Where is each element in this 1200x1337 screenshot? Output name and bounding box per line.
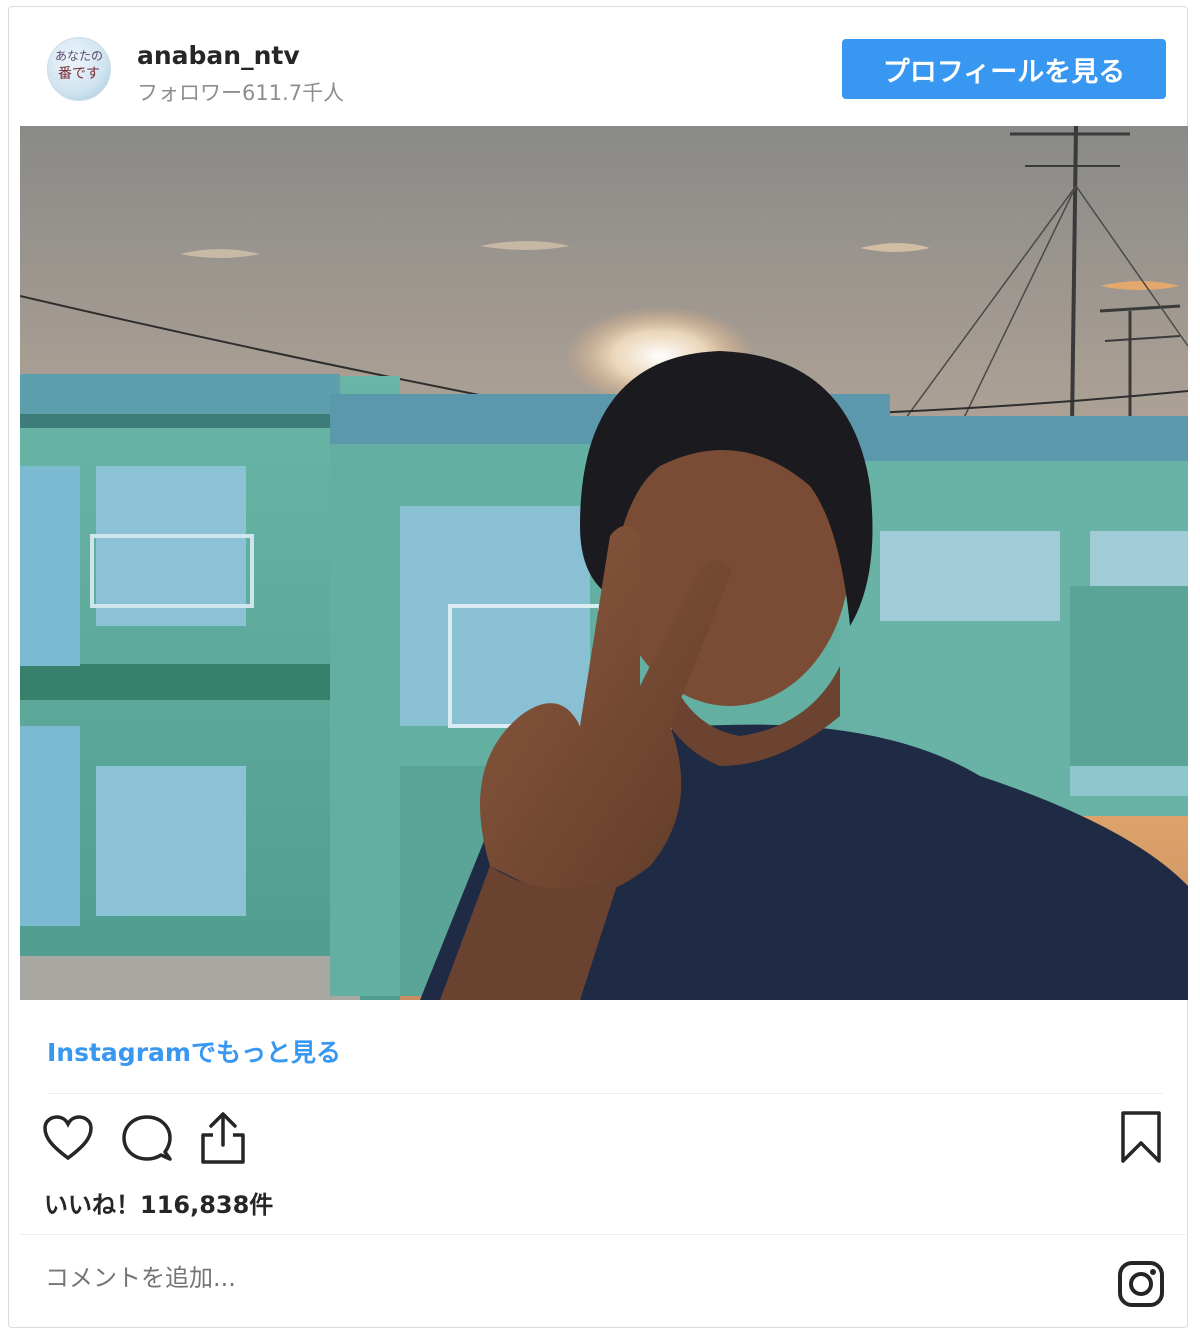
view-more-on-instagram-link[interactable]: Instagramでもっと見る — [47, 1033, 341, 1069]
heart-icon[interactable] — [42, 1114, 94, 1166]
instagram-logo-icon[interactable] — [1117, 1260, 1165, 1312]
view-profile-button[interactable]: プロフィールを見る — [842, 39, 1166, 99]
comment-bubble-icon[interactable] — [121, 1114, 173, 1168]
avatar-text-line2: 番です — [58, 66, 100, 82]
instagram-embed-card: あなたの 番です anaban_ntv フォロワー611.7千人 プロフィールを… — [8, 6, 1188, 1328]
comment-input[interactable] — [43, 1263, 847, 1293]
avatar-text-line1: あなたの — [54, 49, 103, 63]
divider — [20, 1234, 1188, 1235]
like-count: いいね！116,838件 — [44, 1191, 274, 1219]
bookmark-icon[interactable] — [1119, 1110, 1163, 1168]
follower-count: フォロワー611.7千人 — [137, 81, 345, 105]
post-photo[interactable] — [20, 126, 1188, 1000]
avatar-logo-text: あなたの 番です — [50, 47, 108, 83]
divider — [47, 1093, 1163, 1094]
share-upload-icon[interactable] — [199, 1111, 247, 1169]
post-header: あなたの 番です anaban_ntv フォロワー611.7千人 プロフィールを… — [9, 7, 1187, 125]
username[interactable]: anaban_ntv — [137, 41, 300, 70]
avatar[interactable]: あなたの 番です — [47, 37, 111, 101]
post-photo-image — [20, 126, 1188, 1000]
